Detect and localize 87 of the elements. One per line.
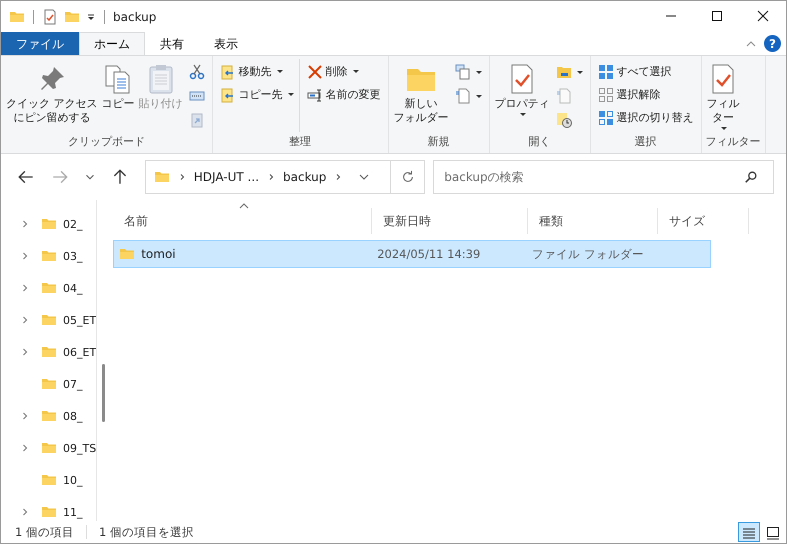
expand-icon[interactable]	[21, 444, 29, 452]
tree-item[interactable]: 04_	[63, 282, 82, 294]
tree-item[interactable]: 08_	[63, 410, 82, 422]
dropdown-icon[interactable]	[86, 12, 96, 22]
tree-item[interactable]: 05_ET	[63, 314, 96, 326]
tree-item[interactable]: 10_	[63, 474, 82, 486]
group-label: 整理	[288, 134, 312, 150]
refresh-icon	[400, 170, 415, 184]
group-label: 開く	[528, 134, 552, 150]
expand-icon[interactable]	[21, 284, 29, 292]
tree-item[interactable]: 07_	[63, 378, 82, 390]
expand-icon[interactable]	[21, 412, 29, 420]
open-icon	[556, 64, 572, 80]
tree-item[interactable]: 09_TS	[63, 442, 96, 454]
folder-icon	[41, 344, 57, 360]
folder-icon	[41, 376, 57, 392]
ribbon-button[interactable]: 新しい フォルダー	[392, 59, 450, 125]
ribbon-button[interactable]: すべて選択	[594, 61, 696, 82]
status-text: 1 個の項目を選択	[98, 524, 194, 540]
chevron-icon[interactable]	[334, 173, 342, 181]
search-field[interactable]: backupの検索	[433, 160, 774, 194]
refresh-button[interactable]	[391, 160, 426, 194]
folder-icon	[41, 312, 57, 328]
window-title: backup	[113, 10, 156, 24]
ribbon-button[interactable]: 選択解除	[594, 84, 696, 105]
folder-icon	[41, 280, 57, 296]
expand-icon[interactable]	[21, 508, 29, 516]
tree-item[interactable]: 11_	[63, 506, 82, 518]
group-label: クリップボード	[66, 134, 146, 150]
ribbon-button[interactable]: 移動先	[216, 61, 296, 82]
checklist-icon[interactable]	[42, 8, 58, 24]
folder-icon	[41, 504, 57, 520]
group-label: 選択	[634, 134, 658, 150]
ribbon-button[interactable]: 削除	[304, 61, 384, 82]
column-header[interactable]: サイズ	[669, 212, 706, 230]
search-icon	[744, 170, 758, 184]
expand-icon[interactable]	[21, 316, 29, 324]
scissors-icon	[188, 64, 204, 80]
column-header[interactable]: 種類	[539, 212, 564, 230]
large-icons-icon	[765, 525, 781, 541]
chevron-icon[interactable]	[178, 173, 186, 181]
group-label: フィルター	[706, 134, 760, 150]
scrollbar-thumb[interactable]	[102, 364, 106, 422]
delete-icon	[306, 64, 322, 80]
file-type: ファイル フォルダー	[532, 246, 644, 262]
rename-icon	[306, 86, 322, 102]
file-name: tomoi	[141, 247, 176, 261]
ribbon-button[interactable]: フィル ター	[706, 59, 740, 130]
column-header[interactable]: 更新日時	[383, 212, 432, 230]
address-bar[interactable]: HDJA-UT ... backup	[144, 160, 392, 194]
expand-icon[interactable]	[21, 348, 29, 356]
column-header[interactable]: 名前	[124, 212, 148, 230]
ribbon-button[interactable]: 名前の変更	[304, 84, 384, 105]
breadcrumb[interactable]: backup	[283, 170, 326, 184]
breadcrumb[interactable]: HDJA-UT ...	[194, 170, 260, 184]
tree-item[interactable]: 02_	[63, 218, 82, 230]
status-text: 1 個の項目	[15, 524, 74, 540]
ribbon-button[interactable]: 選択の切り替え	[594, 107, 696, 128]
tree-item[interactable]: 06_ET	[63, 346, 96, 358]
file-row[interactable]: tomoi 2024/05/11 14:39 ファイル フォルダー	[113, 240, 712, 268]
details-view-button[interactable]	[738, 522, 760, 542]
ribbon-button[interactable]: コピー	[100, 59, 136, 111]
help-button[interactable]: ?	[764, 35, 781, 52]
tree-item[interactable]: 03_	[63, 250, 82, 262]
group-label: 新規	[426, 134, 450, 150]
folder-icon	[41, 408, 57, 424]
back-button[interactable]	[17, 168, 35, 186]
ribbon-tab[interactable]: ファイル	[1, 32, 79, 55]
ribbon-button[interactable]: クイック アクセス にピン留めする	[5, 59, 98, 125]
folder-icon	[119, 246, 136, 262]
ribbon-button[interactable]: コピー先	[216, 84, 296, 105]
collapse-ribbon-icon[interactable]	[746, 38, 756, 48]
ribbon-tab[interactable]: 共有	[145, 32, 199, 55]
history-icon	[556, 112, 572, 128]
modified-date: 2024/05/11 14:39	[377, 247, 480, 261]
ribbon-tab[interactable]: 表示	[199, 32, 253, 55]
folder-icon	[41, 472, 57, 488]
folder-icon	[154, 169, 170, 185]
chevron-icon[interactable]	[267, 173, 276, 181]
folder-icon	[41, 216, 57, 232]
folder-icon	[41, 248, 57, 264]
expand-icon[interactable]	[21, 220, 29, 228]
ribbon-button[interactable]: プロパティ	[494, 59, 550, 116]
ribbon-tab[interactable]: ホーム	[79, 32, 145, 55]
sort-caret-icon	[239, 203, 250, 209]
expand-icon[interactable]	[21, 252, 29, 260]
folder-icon	[41, 440, 57, 456]
